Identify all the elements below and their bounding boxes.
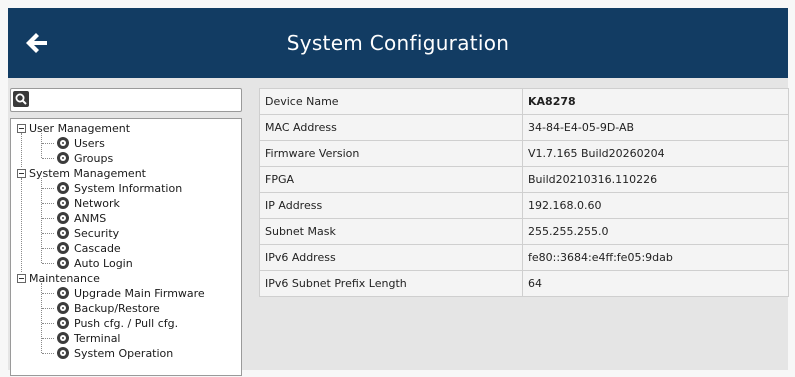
fpga-value: Build20210316.110226 <box>522 166 789 193</box>
tree-item-anms[interactable]: ANMS <box>57 211 106 226</box>
tree-item-label: System Information <box>74 182 183 195</box>
tree-item-label: Push cfg. / Pull cfg. <box>74 317 179 330</box>
tree-item-backup-restore[interactable]: Backup/Restore <box>57 301 160 316</box>
gear-icon <box>57 227 69 239</box>
tree-item-network[interactable]: Network <box>57 196 120 211</box>
device-name-value: KA8278 <box>522 88 789 115</box>
gear-icon <box>57 317 69 329</box>
tree-item-label: Groups <box>74 152 114 165</box>
tree-item-auto-login[interactable]: Auto Login <box>57 256 133 271</box>
tree-item-label: Upgrade Main Firmware <box>74 287 205 300</box>
collapse-icon[interactable] <box>17 273 26 283</box>
table-row: IP Address 192.168.0.60 <box>259 192 789 219</box>
tree-item-users[interactable]: Users <box>57 136 105 151</box>
ipv6-prefix-length-value: 64 <box>522 270 789 297</box>
title-bar: System Configuration <box>8 8 788 80</box>
search-input[interactable] <box>33 90 237 110</box>
tree-item-cascade[interactable]: Cascade <box>57 241 121 256</box>
tree-group-label: Maintenance <box>29 272 100 285</box>
tree-item-label: Cascade <box>74 242 121 255</box>
sidebar: User Management Users Groups System Mana… <box>10 88 242 376</box>
tree-group-system-management[interactable]: System Management <box>17 166 146 181</box>
tree-item-label: ANMS <box>74 212 107 225</box>
row-label: IPv6 Address <box>259 244 523 271</box>
gear-icon <box>57 137 69 149</box>
tree-item-terminal[interactable]: Terminal <box>57 331 121 346</box>
table-row: Device Name KA8278 <box>259 88 789 115</box>
gear-icon <box>57 212 69 224</box>
table-row: IPv6 Subnet Prefix Length 64 <box>259 270 789 297</box>
row-label: MAC Address <box>259 114 523 141</box>
tree-item-label: Terminal <box>74 332 121 345</box>
search-box[interactable] <box>10 88 242 112</box>
ipv6-address-value: fe80::3684:e4ff:fe05:9dab <box>522 244 789 271</box>
system-info-table: Device Name KA8278 MAC Address 34-84-E4-… <box>259 88 789 297</box>
navigation-tree: User Management Users Groups System Mana… <box>10 118 242 376</box>
table-row: Firmware Version V1.7.165 Build20260204 <box>259 140 789 167</box>
ip-address-value: 192.168.0.60 <box>522 192 789 219</box>
gear-icon <box>57 302 69 314</box>
tree-item-system-information[interactable]: System Information <box>57 181 182 196</box>
tree-item-label: Backup/Restore <box>74 302 160 315</box>
tree-item-label: Security <box>74 227 120 240</box>
search-icon[interactable] <box>13 91 29 107</box>
firmware-version-value: V1.7.165 Build20260204 <box>522 140 789 167</box>
row-label: FPGA <box>259 166 523 193</box>
tree-item-label: Users <box>74 137 105 150</box>
tree-group-maintenance[interactable]: Maintenance <box>17 271 100 286</box>
row-label: IP Address <box>259 192 523 219</box>
table-row: FPGA Build20210316.110226 <box>259 166 789 193</box>
tree-item-label: System Operation <box>74 347 174 360</box>
gear-icon <box>57 257 69 269</box>
gear-icon <box>57 197 69 209</box>
tree-group-user-management[interactable]: User Management <box>17 121 130 136</box>
row-label: Device Name <box>259 88 523 115</box>
tree-item-upgrade-main-firmware[interactable]: Upgrade Main Firmware <box>57 286 205 301</box>
subnet-mask-value: 255.255.255.0 <box>522 218 789 245</box>
table-row: MAC Address 34-84-E4-05-9D-AB <box>259 114 789 141</box>
tree-item-system-operation[interactable]: System Operation <box>57 346 173 361</box>
tree-item-security[interactable]: Security <box>57 226 119 241</box>
gear-icon <box>57 182 69 194</box>
tree-group-label: User Management <box>29 122 131 135</box>
tree-item-groups[interactable]: Groups <box>57 151 113 166</box>
gear-icon <box>57 347 69 359</box>
tree-item-push-pull-cfg[interactable]: Push cfg. / Pull cfg. <box>57 316 178 331</box>
collapse-icon[interactable] <box>17 123 26 133</box>
mac-address-value: 34-84-E4-05-9D-AB <box>522 114 789 141</box>
page-title: System Configuration <box>286 31 510 55</box>
gear-icon <box>57 332 69 344</box>
table-row: Subnet Mask 255.255.255.0 <box>259 218 789 245</box>
table-row: IPv6 Address fe80::3684:e4ff:fe05:9dab <box>259 244 789 271</box>
tree-item-label: Auto Login <box>74 257 133 270</box>
tree-group-label: System Management <box>29 167 146 180</box>
row-label: IPv6 Subnet Prefix Length <box>259 270 523 297</box>
tree-item-label: Network <box>74 197 120 210</box>
gear-icon <box>57 152 69 164</box>
row-label: Firmware Version <box>259 140 523 167</box>
gear-icon <box>57 287 69 299</box>
row-label: Subnet Mask <box>259 218 523 245</box>
gear-icon <box>57 242 69 254</box>
collapse-icon[interactable] <box>17 168 26 178</box>
